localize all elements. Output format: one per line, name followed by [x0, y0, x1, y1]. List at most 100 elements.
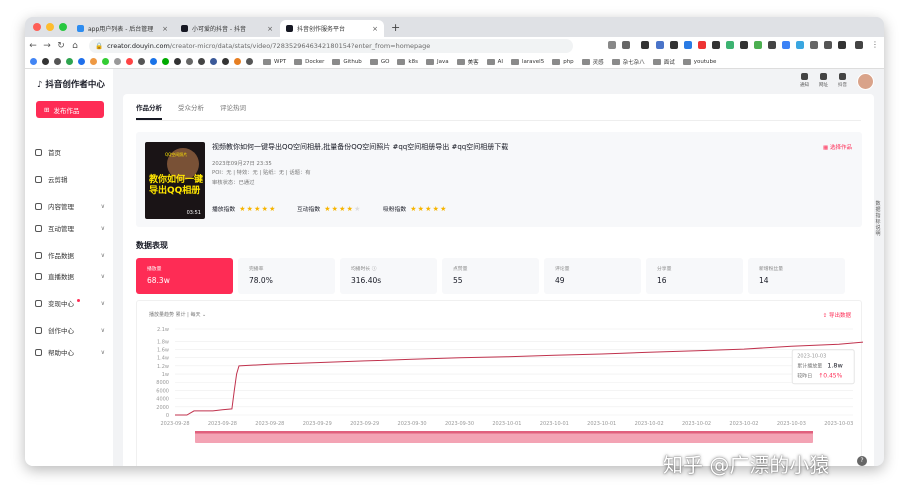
- bookmark-icon[interactable]: [162, 58, 169, 65]
- metric-help-sidebar[interactable]: 数据指标说明: [875, 201, 881, 237]
- close-window-button[interactable]: [33, 23, 41, 31]
- extension-icon[interactable]: [824, 41, 832, 49]
- close-tab-icon[interactable]: ×: [372, 25, 378, 33]
- forward-icon[interactable]: →: [41, 41, 53, 51]
- metric-card-new-fans[interactable]: 新增粉丝量 14: [748, 258, 845, 294]
- bookmark-folder-wpt[interactable]: WPT: [263, 58, 286, 65]
- bookmark-icon[interactable]: [150, 58, 157, 65]
- extensions-puzzle-icon[interactable]: [838, 41, 846, 49]
- bookmark-icon[interactable]: [138, 58, 145, 65]
- bookmark-icon[interactable]: [90, 58, 97, 65]
- bookmark-icon[interactable]: [54, 58, 61, 65]
- sidebar-item-home[interactable]: 首页: [35, 147, 105, 157]
- douyin-button[interactable]: 抖音: [838, 73, 847, 88]
- metric-card-shares[interactable]: 分享量 16: [646, 258, 743, 294]
- help-float-button[interactable]: ?: [857, 456, 867, 466]
- bookmark-icon[interactable]: [42, 58, 49, 65]
- bookmark-icon[interactable]: [102, 58, 109, 65]
- bookmark-icon[interactable]: [234, 58, 241, 65]
- video-thumbnail[interactable]: QQ空间照片 教你如何一键导出QQ相册 03:51: [145, 142, 205, 219]
- close-tab-icon[interactable]: ×: [267, 25, 273, 33]
- extension-icon[interactable]: [754, 41, 762, 49]
- browser-tab-3[interactable]: 抖音创作服务平台 ×: [280, 20, 384, 37]
- bookmark-folder-docker[interactable]: Docker: [294, 58, 324, 65]
- extension-icon[interactable]: [656, 41, 664, 49]
- new-tab-button[interactable]: +: [391, 21, 400, 34]
- reload-icon[interactable]: ↻: [55, 41, 67, 51]
- bookmark-icon[interactable]: [210, 58, 217, 65]
- x-tick-label: 2023-09-28: [255, 421, 284, 427]
- bookmark-folder-ai[interactable]: AI: [486, 58, 503, 65]
- extension-icon[interactable]: [782, 41, 790, 49]
- sidebar-item-content[interactable]: 内容管理 ∨: [35, 201, 105, 211]
- bookmark-icon[interactable]: [198, 58, 205, 65]
- bookmark-icon[interactable]: [30, 58, 37, 65]
- extension-icon[interactable]: [670, 41, 678, 49]
- metric-card-avg-duration[interactable]: 均播时长 ⓘ 316.40s: [340, 258, 437, 294]
- bookmark-icon[interactable]: [186, 58, 193, 65]
- bookmark-icon[interactable]: [126, 58, 133, 65]
- metric-card-likes[interactable]: 点赞量 55: [442, 258, 539, 294]
- bookmark-icon[interactable]: [246, 58, 253, 65]
- trend-line-chart[interactable]: 0 2000 4000 6000 8000 1w 1.2w 1.4w 1.6w 1.8w 2.1w 2…: [137, 301, 863, 466]
- metric-card-comments[interactable]: 评论量 49: [544, 258, 641, 294]
- sidebar-item-video-data[interactable]: 作品数据 ∨: [35, 250, 105, 260]
- extension-icon[interactable]: [698, 41, 706, 49]
- bookmark-icon[interactable]: [174, 58, 181, 65]
- extension-icon[interactable]: [712, 41, 720, 49]
- sidebar-item-help[interactable]: 帮助中心 ∨: [35, 347, 105, 357]
- extension-icon[interactable]: [684, 41, 692, 49]
- browser-menu-icon[interactable]: ⋮: [871, 41, 879, 49]
- extension-icon[interactable]: [726, 41, 734, 49]
- bookmark-folder-k8s[interactable]: k8s: [397, 58, 418, 65]
- share-icon[interactable]: [608, 41, 616, 49]
- tab-comment-hotwords[interactable]: 评论热词: [220, 102, 246, 120]
- bookmark-folder-github[interactable]: Github: [332, 58, 362, 65]
- address-bar[interactable]: 🔒 creator.douyin.com/creator-micro/data/…: [89, 39, 573, 53]
- browser-tab-2[interactable]: 小可爱的抖音 - 抖音 ×: [175, 20, 279, 37]
- window-controls[interactable]: [33, 23, 67, 31]
- chevron-down-icon: ∨: [100, 202, 105, 210]
- bookmark-folder-youtube[interactable]: youtube: [682, 58, 716, 65]
- browser-tab-1[interactable]: app用户列表 - 后台管理 ×: [71, 20, 174, 37]
- bookmark-folder-interview[interactable]: 面试: [652, 58, 675, 66]
- publish-button[interactable]: ⊞ 发布作品: [36, 101, 104, 118]
- sidebar-item-creation[interactable]: 创作中心 ∨: [35, 325, 105, 335]
- metric-card-completion[interactable]: 完播率 78.0%: [238, 258, 335, 294]
- bookmark-folder-laravel5[interactable]: laravel5: [511, 58, 544, 65]
- sidebar-item-cloud-edit[interactable]: 云剪辑: [35, 174, 105, 184]
- profile-icon[interactable]: [855, 41, 863, 49]
- home-icon[interactable]: ⌂: [69, 41, 81, 51]
- minimize-window-button[interactable]: [46, 23, 54, 31]
- bookmark-icon[interactable]: [222, 58, 229, 65]
- zoom-window-button[interactable]: [59, 23, 67, 31]
- sidebar-item-live-data[interactable]: 直播数据 ∨: [35, 271, 105, 281]
- logo[interactable]: ♪ 抖音创作者中心: [37, 78, 105, 90]
- extension-icon[interactable]: [796, 41, 804, 49]
- bookmark-folder-java[interactable]: Java: [425, 58, 449, 65]
- bookmark-folder-meike[interactable]: 美客: [456, 58, 479, 66]
- avatar[interactable]: [857, 73, 874, 90]
- tab-work-analysis[interactable]: 作品分析: [136, 102, 162, 120]
- bookmark-icon[interactable]: [114, 58, 121, 65]
- bookmark-folder-go[interactable]: GO: [369, 58, 389, 65]
- bookmark-folder-inspiration[interactable]: 灵感: [581, 58, 604, 66]
- extension-icon[interactable]: [810, 41, 818, 49]
- extension-qr-icon[interactable]: [641, 41, 649, 49]
- extension-icon[interactable]: [768, 41, 776, 49]
- bookmark-icon[interactable]: [66, 58, 73, 65]
- metric-card-plays[interactable]: 播放量 68.3w: [136, 258, 233, 294]
- bookmark-star-icon[interactable]: [622, 41, 630, 49]
- tab-audience-analysis[interactable]: 受众分析: [178, 102, 204, 120]
- sidebar-item-monetization[interactable]: 变现中心 ∨: [35, 298, 105, 308]
- bookmark-folder-php[interactable]: php: [552, 58, 574, 65]
- extension-icon[interactable]: [740, 41, 748, 49]
- select-work-button[interactable]: ▦ 选择作品: [823, 143, 852, 151]
- bookmark-icon[interactable]: [78, 58, 85, 65]
- close-tab-icon[interactable]: ×: [162, 25, 168, 33]
- notification-button[interactable]: 通知: [800, 73, 809, 88]
- bookmark-folder-misc[interactable]: 杂七杂八: [611, 58, 645, 66]
- sidebar-item-interaction[interactable]: 互动管理 ∨: [35, 223, 105, 233]
- website-button[interactable]: 网址: [819, 73, 828, 88]
- back-icon[interactable]: ←: [27, 41, 39, 51]
